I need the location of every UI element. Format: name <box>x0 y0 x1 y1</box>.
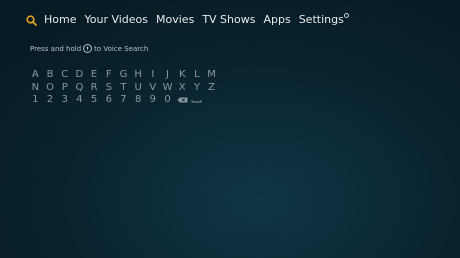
keyboard-row-letters-1: A B C D E F G H I J K L M <box>28 69 219 82</box>
key-1[interactable]: 1 <box>28 94 43 107</box>
key-s[interactable]: S <box>101 82 116 95</box>
nav-home[interactable]: Home <box>44 11 76 29</box>
key-9[interactable]: 9 <box>146 94 161 107</box>
backspace-icon[interactable] <box>175 94 190 107</box>
key-t[interactable]: T <box>116 82 131 95</box>
search-keyboard: A B C D E F G H I J K L M N O P Q R S T … <box>28 69 219 107</box>
key-l[interactable]: L <box>190 69 205 82</box>
key-a[interactable]: A <box>28 69 43 82</box>
key-k[interactable]: K <box>175 69 190 82</box>
keyboard-row-digits: 1 2 3 4 5 6 7 8 9 0 <box>28 94 219 107</box>
voice-search-hint: Press and hold to Voice Search <box>30 44 148 53</box>
microphone-icon <box>83 44 93 53</box>
key-v[interactable]: V <box>146 82 161 95</box>
key-i[interactable]: I <box>146 69 161 82</box>
fire-tv-home-screen: Home Your Videos Movies TV Shows Apps Se… <box>0 0 460 258</box>
key-g[interactable]: G <box>116 69 131 82</box>
nav-tv-shows[interactable]: TV Shows <box>202 11 255 29</box>
notification-dot-icon <box>343 13 349 18</box>
key-3[interactable]: 3 <box>57 94 72 107</box>
keyboard-row-letters-2: N O P Q R S T U V W X Y Z <box>28 82 219 95</box>
nav-apps[interactable]: Apps <box>263 11 290 29</box>
nav-movies[interactable]: Movies <box>156 11 194 29</box>
key-d[interactable]: D <box>72 69 87 82</box>
hint-text-before: Press and hold <box>30 44 82 53</box>
key-q[interactable]: Q <box>72 82 87 95</box>
key-w[interactable]: W <box>160 82 175 95</box>
nav-your-videos[interactable]: Your Videos <box>84 11 148 29</box>
top-navigation: Home Your Videos Movies TV Shows Apps Se… <box>24 11 349 29</box>
space-icon[interactable] <box>190 94 205 107</box>
key-b[interactable]: B <box>43 69 58 82</box>
nav-settings-label: Settings <box>298 13 344 26</box>
key-o[interactable]: O <box>43 82 58 95</box>
key-y[interactable]: Y <box>190 82 205 95</box>
key-4[interactable]: 4 <box>72 94 87 107</box>
key-0[interactable]: 0 <box>160 94 175 107</box>
key-7[interactable]: 7 <box>116 94 131 107</box>
key-5[interactable]: 5 <box>87 94 102 107</box>
nav-settings[interactable]: Settings <box>298 11 349 29</box>
key-h[interactable]: H <box>131 69 146 82</box>
key-f[interactable]: F <box>101 69 116 82</box>
key-z[interactable]: Z <box>204 82 219 95</box>
key-e[interactable]: E <box>87 69 102 82</box>
key-n[interactable]: N <box>28 82 43 95</box>
search-icon[interactable] <box>24 13 38 27</box>
key-r[interactable]: R <box>87 82 102 95</box>
key-p[interactable]: P <box>57 82 72 95</box>
key-6[interactable]: 6 <box>101 94 116 107</box>
key-j[interactable]: J <box>160 69 175 82</box>
hint-text-after: to Voice Search <box>94 44 149 53</box>
key-m[interactable]: M <box>204 69 219 82</box>
key-8[interactable]: 8 <box>131 94 146 107</box>
key-c[interactable]: C <box>57 69 72 82</box>
key-2[interactable]: 2 <box>43 94 58 107</box>
key-u[interactable]: U <box>131 82 146 95</box>
key-x[interactable]: X <box>175 82 190 95</box>
